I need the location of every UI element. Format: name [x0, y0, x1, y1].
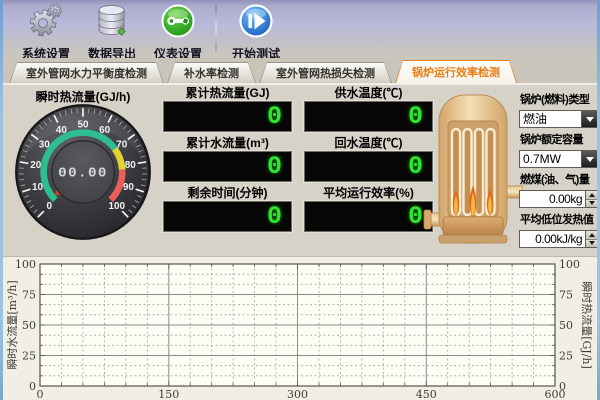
- display-remaining-time: 剩余时间(分钟) 0: [163, 186, 292, 232]
- tab-label: 锅炉运行效率检测: [396, 61, 516, 83]
- svg-text:瞬时热流量[GJ/h]: 瞬时热流量[GJ/h]: [580, 281, 594, 369]
- rated-capacity-select-label: 锅炉额定容量: [520, 131, 598, 147]
- spin-down-icon[interactable]: [586, 240, 597, 248]
- application-window: 系统设置 数据导出 仪表设置 开始测试 室外管网水力平衡度检测补水率检测室外管网…: [0, 0, 600, 400]
- play-icon: [238, 3, 274, 44]
- display-screen: 0: [304, 151, 433, 182]
- toolbar-button-database-export[interactable]: 数据导出: [79, 3, 145, 62]
- spin-up-icon[interactable]: [586, 231, 597, 240]
- svg-text:瞬时水流量[m³/h]: 瞬时水流量[m³/h]: [5, 280, 19, 369]
- svg-text:25: 25: [22, 350, 36, 363]
- svg-text:0: 0: [559, 380, 566, 393]
- tab-bar: 室外管网水力平衡度检测补水率检测室外管网热损失检测锅炉运行效率检测: [3, 58, 597, 84]
- fuel-type-select-label: 锅炉(燃料)类型: [520, 91, 598, 107]
- fuel-type-select-value: 燃油: [520, 111, 581, 127]
- calorific-value-input[interactable]: 0.00kJ/kg: [519, 230, 598, 248]
- svg-text:20: 20: [30, 160, 42, 171]
- svg-text:10: 10: [32, 182, 44, 193]
- spin-up-icon[interactable]: [586, 191, 597, 200]
- display-label: 累计热流量(GJ): [163, 86, 292, 101]
- trend-chart-plot: 015030045060000252550507575100100瞬时水流量[m…: [3, 257, 597, 400]
- display-supply-water-temp: 供水温度(℃) 0: [304, 86, 433, 132]
- svg-text:90: 90: [123, 182, 135, 193]
- svg-text:300: 300: [287, 388, 308, 400]
- boiler-efficiency-panel: 瞬时热流量(GJ/h) 010203040506070809010000.00 …: [3, 84, 597, 256]
- display-average-efficiency: 平均运行效率(%) 0: [304, 186, 433, 232]
- svg-text:450: 450: [416, 388, 437, 400]
- calorific-value-input-value: 0.00kJ/kg: [520, 231, 585, 247]
- tab-label: 补水率检测: [168, 63, 255, 83]
- svg-text:80: 80: [125, 160, 137, 171]
- toolbar: 系统设置 数据导出 仪表设置 开始测试: [3, 0, 597, 58]
- rated-capacity-select[interactable]: 0.7MW: [519, 150, 598, 168]
- boiler-illustration: [423, 91, 523, 251]
- fuel-type-select[interactable]: 燃油: [519, 110, 598, 128]
- fuel-amount-input[interactable]: 0.00kg: [519, 190, 598, 208]
- svg-text:100: 100: [559, 258, 580, 271]
- display-accumulated-water-flow: 累计水流量(m³) 0: [163, 136, 292, 182]
- svg-text:25: 25: [559, 350, 573, 363]
- svg-text:0: 0: [37, 388, 44, 400]
- digital-displays: 累计热流量(GJ)0供水温度(℃)0累计水流量(m³)0回水温度(℃)0剩余时间…: [163, 86, 439, 232]
- display-value: 0: [267, 104, 282, 129]
- display-label: 平均运行效率(%): [304, 186, 433, 201]
- trend-chart: 015030045060000252550507575100100瞬时水流量[m…: [3, 256, 597, 400]
- svg-text:150: 150: [158, 388, 179, 400]
- svg-text:50: 50: [22, 319, 36, 332]
- spinner-buttons: [585, 231, 597, 247]
- svg-text:75: 75: [559, 289, 573, 302]
- display-return-water-temp: 回水温度(℃) 0: [304, 136, 433, 182]
- svg-text:100: 100: [109, 201, 126, 212]
- svg-text:50: 50: [77, 120, 89, 131]
- display-value: 0: [267, 204, 282, 229]
- calorific-value-input-label: 平均低位发热值: [520, 211, 598, 227]
- display-value: 0: [267, 154, 282, 179]
- svg-text:100: 100: [15, 258, 36, 271]
- display-value: 0: [408, 104, 423, 129]
- display-label: 剩余时间(分钟): [163, 186, 292, 201]
- fuel-amount-input-label: 燃煤(油、气)量: [520, 171, 598, 187]
- svg-text:0: 0: [29, 380, 36, 393]
- display-value: 0: [408, 204, 423, 229]
- boiler-controls: 锅炉(燃料)类型燃油锅炉额定容量 0.7MW 燃煤(油、气)量 0.00kg 平均低位发…: [519, 88, 598, 248]
- svg-text:0: 0: [46, 201, 52, 212]
- chevron-down-icon[interactable]: [581, 151, 597, 167]
- instant-heat-flow-gauge: 010203040506070809010000.00: [12, 101, 154, 243]
- rated-capacity-select-value: 0.7MW: [520, 151, 581, 167]
- spinner-buttons: [585, 191, 597, 207]
- gear-icon: [28, 3, 64, 44]
- svg-text:00.00: 00.00: [58, 166, 108, 182]
- window-frame-left: [0, 0, 3, 400]
- toolbar-button-play[interactable]: 开始测试: [223, 3, 289, 62]
- database-export-icon: [94, 3, 130, 44]
- chevron-down-icon[interactable]: [581, 111, 597, 127]
- wrench-icon: [160, 3, 196, 44]
- display-screen: 0: [163, 101, 292, 132]
- display-value: 0: [408, 154, 423, 179]
- tab-label: 室外管网水力平衡度检测: [10, 63, 163, 83]
- svg-text:50: 50: [559, 319, 573, 332]
- svg-text:75: 75: [22, 289, 36, 302]
- toolbar-separator: [215, 5, 217, 51]
- toolbar-button-wrench[interactable]: 仪表设置: [145, 3, 211, 62]
- display-label: 回水温度(℃): [304, 136, 433, 151]
- tab-1[interactable]: 室外管网水力平衡度检测: [9, 62, 164, 83]
- display-screen: 0: [304, 201, 433, 232]
- fuel-amount-input-value: 0.00kg: [520, 191, 585, 207]
- display-label: 累计水流量(m³): [163, 136, 292, 151]
- display-accumulated-heat-flow: 累计热流量(GJ) 0: [163, 86, 292, 132]
- toolbar-button-gear[interactable]: 系统设置: [13, 3, 79, 62]
- display-screen: 0: [304, 101, 433, 132]
- display-screen: 0: [163, 201, 292, 232]
- tab-4-active[interactable]: 锅炉运行效率检测: [395, 60, 517, 83]
- tab-3[interactable]: 室外管网热损失检测: [259, 62, 392, 83]
- tab-label: 室外管网热损失检测: [260, 63, 391, 83]
- tab-2[interactable]: 补水率检测: [167, 62, 256, 83]
- display-screen: 0: [163, 151, 292, 182]
- display-label: 供水温度(℃): [304, 86, 433, 101]
- spin-down-icon[interactable]: [586, 200, 597, 208]
